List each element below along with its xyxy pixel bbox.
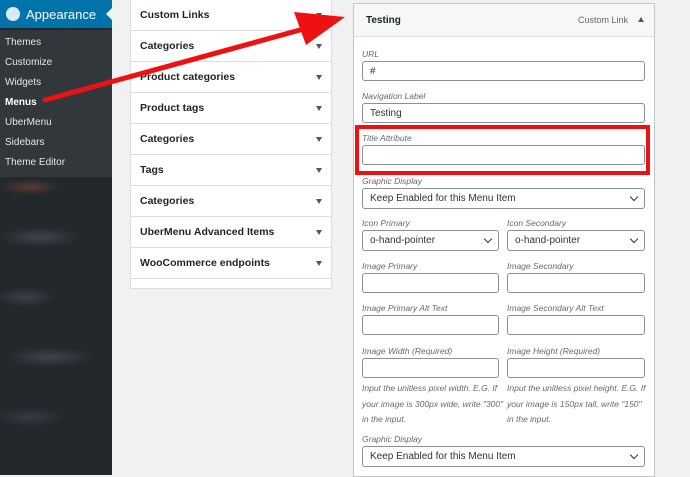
chevron-down-icon [629, 192, 639, 202]
caret-down-icon [316, 12, 322, 18]
image-primary-input[interactable] [362, 273, 499, 293]
icon-secondary-value: o-hand-pointer [515, 235, 581, 246]
caret-down-icon [316, 105, 322, 111]
sidebar-item-widgets[interactable]: Widgets [0, 73, 112, 93]
image-width-label: Image Width (Required) [362, 346, 453, 356]
sidebar-item-menus[interactable]: Menus [0, 93, 112, 113]
paintbrush-icon [6, 7, 20, 21]
accordion-label: WooCommerce endpoints [140, 257, 270, 269]
accordion-woocommerce-endpoints[interactable]: WooCommerce endpoints [131, 248, 331, 279]
image-secondary-label: Image Secondary [507, 261, 574, 271]
image-primary-alt-label: Image Primary Alt Text [362, 303, 448, 313]
icon-primary-label: Icon Primary [362, 218, 410, 228]
chevron-down-icon [483, 234, 493, 244]
sidebar-item-themes[interactable]: Themes [0, 33, 112, 53]
image-height-label: Image Height (Required) [507, 346, 601, 356]
menu-item-panel: Testing Custom Link URL # Navigation Lab… [353, 3, 655, 477]
caret-down-icon [316, 43, 322, 49]
graphic-display-value: Keep Enabled for this Menu Item [370, 193, 516, 204]
caret-down-icon [316, 167, 322, 173]
menu-item-header[interactable]: Testing Custom Link [354, 4, 654, 37]
caret-down-icon [316, 260, 322, 266]
icon-secondary-select[interactable]: o-hand-pointer [507, 230, 645, 251]
accordion-label: Categories [140, 40, 195, 52]
sidebar-item-customize[interactable]: Customize [0, 53, 112, 73]
accordion-tags[interactable]: Tags [131, 155, 331, 186]
title-attribute-highlight [355, 125, 650, 175]
graphic-display-label: Graphic Display [362, 176, 422, 186]
chevron-down-icon [629, 234, 639, 244]
accordion-ubermenu-advanced-items[interactable]: UberMenu Advanced Items [131, 217, 331, 248]
image-width-description: Input the unitless pixel width. E.G. If … [362, 383, 504, 424]
image-secondary-alt-label: Image Secondary Alt Text [507, 303, 604, 313]
url-input[interactable]: # [362, 61, 645, 81]
url-label: URL [362, 49, 380, 59]
accordion-label: Categories [140, 195, 195, 207]
image-height-description: Input the unitless pixel height. E.G. If… [507, 383, 646, 424]
accordion-label: Product categories [140, 71, 236, 83]
sidebar-section-label: Appearance [26, 6, 97, 22]
graphic-display-select[interactable]: Keep Enabled for this Menu Item [362, 188, 645, 209]
sidebar-item-ubermenu[interactable]: UberMenu [0, 113, 112, 133]
accordion-categories[interactable]: Categories [131, 31, 331, 62]
accordion-custom-links[interactable]: Custom Links [131, 0, 331, 31]
accordion-label: Product tags [140, 102, 205, 114]
accordion-product-categories[interactable]: Product categories [131, 62, 331, 93]
accordion-label: UberMenu Advanced Items [140, 226, 275, 238]
menu-item-title: Testing [366, 15, 401, 26]
accordion-categories-3[interactable]: Categories [131, 186, 331, 217]
accordion-product-tags[interactable]: Product tags [131, 93, 331, 124]
navigation-label-label: Navigation Label [362, 91, 426, 101]
caret-down-icon [316, 229, 322, 235]
graphic-display-label-2: Graphic Display [362, 434, 422, 444]
image-secondary-input[interactable] [507, 273, 645, 293]
image-primary-alt-input[interactable] [362, 315, 499, 335]
menu-item-type: Custom Link [577, 15, 628, 25]
sidebar-item-sidebars[interactable]: Sidebars [0, 133, 112, 153]
navigation-label-input[interactable]: Testing [362, 103, 645, 123]
icon-primary-value: o-hand-pointer [370, 235, 436, 246]
image-secondary-alt-input[interactable] [507, 315, 645, 335]
blurred-menu-area [0, 177, 112, 475]
add-menu-items-accordion: Custom Links Categories Product categori… [130, 0, 332, 289]
admin-sidebar: Appearance Themes Customize Widgets Menu… [0, 0, 112, 475]
sidebar-item-theme-editor[interactable]: Theme Editor [0, 153, 112, 173]
image-primary-label: Image Primary [362, 261, 418, 271]
collapse-caret-icon[interactable] [638, 17, 644, 22]
sidebar-item-appearance[interactable]: Appearance [0, 0, 112, 28]
icon-secondary-label: Icon Secondary [507, 218, 567, 228]
appearance-submenu: Themes Customize Widgets Menus UberMenu … [0, 30, 112, 179]
caret-down-icon [316, 74, 322, 80]
accordion-label: Custom Links [140, 9, 210, 21]
accordion-label: Categories [140, 133, 195, 145]
image-width-input[interactable] [362, 358, 499, 378]
icon-primary-select[interactable]: o-hand-pointer [362, 230, 499, 251]
graphic-display-select-2[interactable]: Keep Enabled for this Menu Item [362, 446, 645, 467]
accordion-label: Tags [140, 164, 164, 176]
graphic-display-value-2: Keep Enabled for this Menu Item [370, 451, 516, 462]
current-pointer [106, 8, 112, 20]
chevron-down-icon [629, 450, 639, 460]
image-height-input[interactable] [507, 358, 645, 378]
caret-down-icon [316, 198, 322, 204]
caret-down-icon [316, 136, 322, 142]
accordion-categories-2[interactable]: Categories [131, 124, 331, 155]
